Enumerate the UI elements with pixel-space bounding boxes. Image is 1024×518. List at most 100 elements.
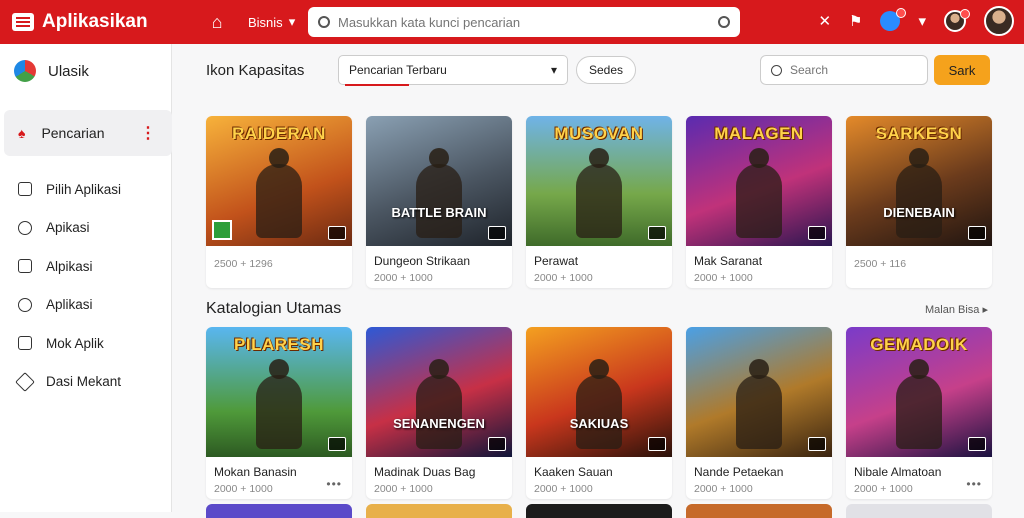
app-title: Aplikasikan xyxy=(42,11,148,32)
game-card-peek[interactable] xyxy=(846,504,992,518)
game-card[interactable]: GEMADOIK Nibale Almatoan 2000 + 1000 ••• xyxy=(846,327,992,499)
globe-icon[interactable] xyxy=(880,8,907,31)
character-figure xyxy=(416,359,462,449)
section-header: Katalogian Utamas Malan Bisa ▸ xyxy=(206,300,988,318)
content-search-input[interactable] xyxy=(790,63,910,77)
character-figure xyxy=(896,359,942,449)
search-submit-icon[interactable] xyxy=(718,16,730,28)
thumbnail-title: SARKESN xyxy=(875,124,963,143)
game-thumbnail[interactable]: GEMADOIK xyxy=(846,327,992,457)
sidebar-item-pencarian[interactable]: ♠ Pencarian ⋮ xyxy=(4,110,172,156)
sidebar-item[interactable]: Dasi Mekant xyxy=(0,363,171,402)
document-icon xyxy=(18,259,32,274)
search-button[interactable]: Sark xyxy=(934,55,990,85)
see-more-link[interactable]: Malan Bisa ▸ xyxy=(925,303,988,316)
filter-bar: Ikon Kapasitas Pencarian Terbaru ▾ Sedes… xyxy=(180,44,1020,96)
game-card-peek[interactable] xyxy=(686,504,832,518)
home-icon[interactable]: ⌂ xyxy=(206,12,228,33)
game-thumbnail[interactable]: PILARESH xyxy=(206,327,352,457)
sidebar-item-label: Alpikasi xyxy=(46,258,93,274)
game-card-peek[interactable] xyxy=(526,504,672,518)
character-figure xyxy=(256,359,302,449)
search-icon xyxy=(771,64,782,76)
sidebar-item[interactable]: Apikasi xyxy=(0,209,171,248)
secondary-avatar[interactable] xyxy=(944,9,970,32)
game-title: Madinak Duas Bag xyxy=(374,465,476,479)
chevron-down-icon[interactable]: ▾ xyxy=(918,12,926,30)
game-thumbnail[interactable]: SENANENGEN xyxy=(366,327,512,457)
sidebar-item-label: Mok Aplik xyxy=(46,335,104,351)
character-figure xyxy=(256,148,302,238)
platform-badge-icon xyxy=(648,437,666,451)
game-card-peek[interactable] xyxy=(366,504,512,518)
sidebar: Ulasik ♠ Pencarian ⋮ Pilih Aplikasi Apik… xyxy=(0,44,172,512)
game-title: Nibale Almatoan xyxy=(854,465,942,479)
game-card[interactable]: Nande Petaekan 2000 + 1000 xyxy=(686,327,832,499)
top-search-box[interactable] xyxy=(308,7,740,37)
sort-dropdown-value: Pencarian Terbaru xyxy=(349,63,447,77)
game-title: Nande Petaekan xyxy=(694,465,784,479)
sort-dropdown[interactable]: Pencarian Terbaru ▾ xyxy=(338,55,568,86)
content-search-box[interactable] xyxy=(760,55,928,85)
tools-icon[interactable]: ✕ xyxy=(818,12,831,30)
sidebar-list: Pilih Aplikasi Apikasi Alpikasi Aplikasi… xyxy=(0,170,171,401)
game-thumbnail[interactable]: MALAGEN xyxy=(686,116,832,246)
more-options-icon[interactable]: ⋮ xyxy=(140,123,156,143)
game-thumbnail[interactable]: SAKIUAS xyxy=(526,327,672,457)
more-options-icon[interactable]: ••• xyxy=(966,477,982,491)
game-title: Mokan Banasin xyxy=(214,465,297,479)
sidebar-item[interactable]: Mok Aplik xyxy=(0,324,171,363)
game-meta: 2500 + 116 xyxy=(854,258,907,270)
card-body: Mak Saranat 2000 + 1000 xyxy=(686,246,832,288)
game-card[interactable]: RAIDERAN 2500 + 1296 xyxy=(206,116,352,288)
sidebar-item-label: Aplikasi xyxy=(46,297,93,313)
game-meta: 2000 + 1000 xyxy=(854,483,913,495)
card-body: Mokan Banasin 2000 + 1000 ••• xyxy=(206,457,352,499)
game-card-peek[interactable] xyxy=(206,504,352,518)
game-thumbnail[interactable]: BATTLE BRAIN xyxy=(366,116,512,246)
thumbnail-subtitle: SAKIUAS xyxy=(569,416,629,431)
user-avatar[interactable] xyxy=(984,6,1014,36)
game-thumbnail[interactable]: SARKESN DIENEBAIN xyxy=(846,116,992,246)
game-thumbnail[interactable]: RAIDERAN xyxy=(206,116,352,246)
game-card[interactable]: SARKESN DIENEBAIN 2500 + 116 xyxy=(846,116,992,288)
compass-icon xyxy=(18,297,32,312)
game-card[interactable]: MUSOVAN Perawat 2000 + 1000 xyxy=(526,116,672,288)
character-figure xyxy=(416,148,462,238)
game-title: Dungeon Strikaan xyxy=(374,254,471,268)
page-title: Ikon Kapasitas xyxy=(206,61,305,79)
more-options-icon[interactable]: ••• xyxy=(326,477,342,491)
menu-icon[interactable] xyxy=(12,13,34,31)
game-card[interactable]: MALAGEN Mak Saranat 2000 + 1000 xyxy=(686,116,832,288)
main-content: Ikon Kapasitas Pencarian Terbaru ▾ Sedes… xyxy=(180,44,1020,518)
thumbnail-subtitle: DIENEBAIN xyxy=(883,205,955,220)
game-card[interactable]: BATTLE BRAIN Dungeon Strikaan 2000 + 1000 xyxy=(366,116,512,288)
game-thumbnail[interactable] xyxy=(686,327,832,457)
filter-pill[interactable]: Sedes xyxy=(576,56,637,84)
platform-badge-icon xyxy=(328,226,346,240)
top-search-input[interactable] xyxy=(338,14,710,30)
sidebar-item[interactable]: Alpikasi xyxy=(0,247,171,286)
game-meta: 2000 + 1000 xyxy=(534,272,593,284)
nav-dropdown[interactable]: Bisnis ▾ xyxy=(248,14,295,30)
flag-icon[interactable]: ⚑ xyxy=(849,12,862,30)
thumbnail-title: PILARESH xyxy=(234,335,324,354)
game-card[interactable]: PILARESH Mokan Banasin 2000 + 1000 ••• xyxy=(206,327,352,499)
thumbnail-title: MALAGEN xyxy=(714,124,804,143)
card-body: Nande Petaekan 2000 + 1000 xyxy=(686,457,832,499)
thumbnail-title: GEMADOIK xyxy=(870,335,968,354)
game-card[interactable]: SENANENGEN Madinak Duas Bag 2000 + 1000 xyxy=(366,327,512,499)
game-title: Perawat xyxy=(534,254,579,268)
app-brand[interactable]: Aplikasikan xyxy=(0,11,172,33)
app-badge-icon xyxy=(212,220,232,240)
mask-icon: ♠ xyxy=(18,125,26,141)
game-title: Mak Saranat xyxy=(694,254,763,268)
sidebar-brand[interactable]: Ulasik xyxy=(0,44,171,98)
game-card[interactable]: SAKIUAS Kaaken Sauan 2000 + 1000 xyxy=(526,327,672,499)
search-icon xyxy=(318,16,330,28)
game-thumbnail[interactable]: MUSOVAN xyxy=(526,116,672,246)
chevron-down-icon: ▾ xyxy=(288,14,296,29)
platform-badge-icon xyxy=(488,226,506,240)
sidebar-item[interactable]: Aplikasi xyxy=(0,286,171,325)
sidebar-item[interactable]: Pilih Aplikasi xyxy=(0,170,171,209)
